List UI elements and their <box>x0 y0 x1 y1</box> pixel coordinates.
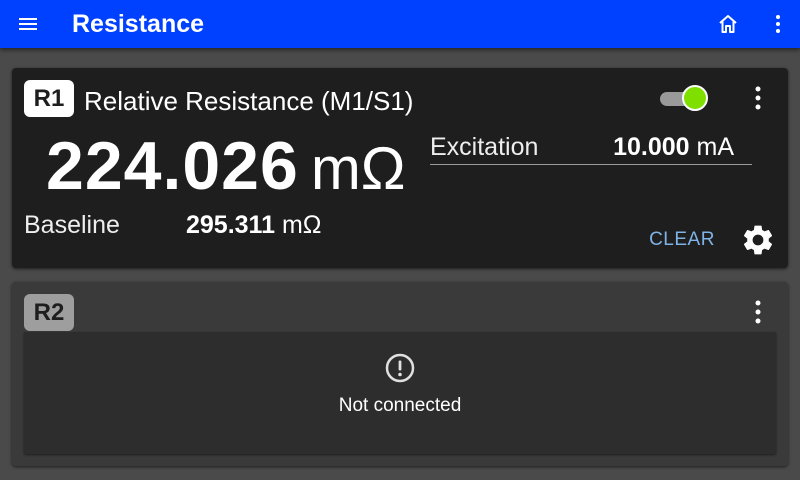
resistance-reading: 224.026 mΩ <box>46 126 406 206</box>
status-text: Not connected <box>338 395 462 416</box>
channel-card-r2: R2 Not connected <box>12 282 788 466</box>
channel-card-r1: R1 Relative Resistance (M1/S1) 224.026 mΩ… <box>12 68 788 268</box>
baseline-unit: mΩ <box>281 211 322 239</box>
gear-icon[interactable] <box>740 222 776 258</box>
more-vert-icon[interactable] <box>766 12 790 36</box>
clear-button[interactable]: CLEAR <box>642 224 722 256</box>
reading-value: 224.026 <box>46 128 299 204</box>
channel-title: Relative Resistance (M1/S1) <box>84 86 414 116</box>
home-icon[interactable] <box>716 12 740 36</box>
menu-icon[interactable] <box>16 12 40 36</box>
reading-unit: mΩ <box>310 135 406 202</box>
excitation-value: 10.000 mA <box>613 132 734 162</box>
excitation-field[interactable]: Excitation 10.000 mA <box>430 128 752 165</box>
channel-enable-toggle[interactable] <box>658 84 714 114</box>
excitation-label: Excitation <box>430 133 539 161</box>
page-title: Resistance <box>72 10 205 38</box>
more-vert-icon[interactable] <box>746 84 770 112</box>
baseline-number: 295.311 <box>186 211 275 239</box>
app-bar: Resistance <box>0 0 800 48</box>
more-vert-icon[interactable] <box>746 298 770 326</box>
toggle-thumb <box>682 85 708 111</box>
excitation-number: 10.000 <box>613 133 690 161</box>
channel-badge: R1 <box>24 80 74 117</box>
status-panel: Not connected <box>24 332 776 454</box>
channel-badge: R2 <box>24 294 74 331</box>
excitation-unit: mA <box>696 133 735 161</box>
alert-circle-icon <box>384 352 416 384</box>
baseline-value: 295.311 mΩ <box>186 210 321 240</box>
baseline-label: Baseline <box>24 211 120 239</box>
